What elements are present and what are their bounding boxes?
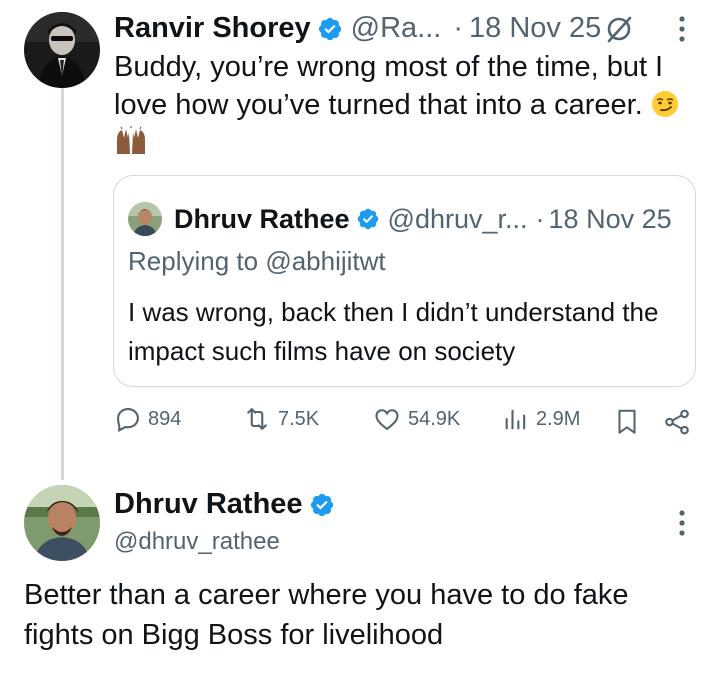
author-handle[interactable]: @Ra... (351, 12, 442, 45)
reply-author-line: Dhruv Rathee (114, 488, 335, 521)
quoted-timestamp[interactable]: 18 Nov 25 (549, 204, 672, 235)
verified-badge-icon (357, 208, 378, 230)
separator-dot: · (535, 203, 545, 234)
author-name[interactable]: Ranvir Shorey (114, 12, 311, 45)
quoted-tweet-card[interactable]: Dhruv Rathee @dhruv_r... · 18 Nov 25 Rep… (113, 175, 696, 387)
avatar-dhruv-small[interactable] (128, 202, 162, 236)
like-count: 54.9K (408, 407, 461, 430)
tweet-action-bar: 894 7.5K 54.9K 2.9M (114, 405, 696, 445)
bookmark-icon[interactable] (614, 407, 640, 437)
replying-to-label: Replying to (128, 246, 259, 276)
tweet-body: Buddy, you’re wrong most of the time, bu… (114, 51, 664, 121)
repost-button[interactable]: 7.5K (242, 405, 319, 433)
more-options-icon[interactable] (677, 14, 687, 44)
quoted-tweet-header: Dhruv Rathee @dhruv_r... · 18 Nov 25 (128, 202, 672, 236)
smirking-face-icon (651, 91, 678, 117)
reply-author-name[interactable]: Dhruv Rathee (114, 488, 303, 521)
raising-hands-icon (117, 126, 145, 154)
more-options-icon[interactable] (677, 508, 687, 538)
tweet-text: Buddy, you’re wrong most of the time, bu… (114, 48, 694, 162)
share-icon[interactable] (662, 407, 692, 437)
verified-badge-icon (318, 17, 341, 40)
views-chart-icon (505, 409, 526, 430)
avatar-dhruv[interactable] (24, 485, 100, 561)
quoted-author-name[interactable]: Dhruv Rathee (174, 204, 350, 235)
verified-badge-icon (310, 493, 333, 516)
repost-icon (247, 408, 267, 430)
views-button[interactable]: 2.9M (502, 405, 580, 433)
reply-icon (117, 408, 139, 433)
like-button[interactable]: 54.9K (372, 405, 460, 433)
reply-button[interactable]: 894 (114, 405, 181, 433)
repost-count: 7.5K (278, 407, 320, 430)
replying-to-line: Replying to @abhijitwt (128, 246, 386, 277)
quoted-tweet-text: I was wrong, back then I didn’t understa… (128, 297, 659, 366)
separator-dot: · (453, 12, 463, 44)
grok-icon[interactable] (604, 14, 634, 44)
timestamp[interactable]: 18 Nov 25 (469, 12, 601, 45)
reply-count: 894 (148, 407, 182, 430)
thread-connector-line (61, 88, 64, 480)
views-count: 2.9M (536, 407, 581, 430)
reply-tweet-text: Better than a career where you have to d… (24, 579, 629, 651)
replying-to-mention[interactable]: @abhijitwt (265, 246, 385, 276)
reply-author-handle[interactable]: @dhruv_rathee (114, 528, 280, 556)
avatar-ranvir[interactable] (24, 12, 100, 88)
tweet-header: Ranvir Shorey @Ra... · 18 Nov 25 (114, 12, 601, 45)
quoted-author-handle[interactable]: @dhruv_r... (388, 204, 528, 235)
heart-icon (375, 409, 399, 431)
